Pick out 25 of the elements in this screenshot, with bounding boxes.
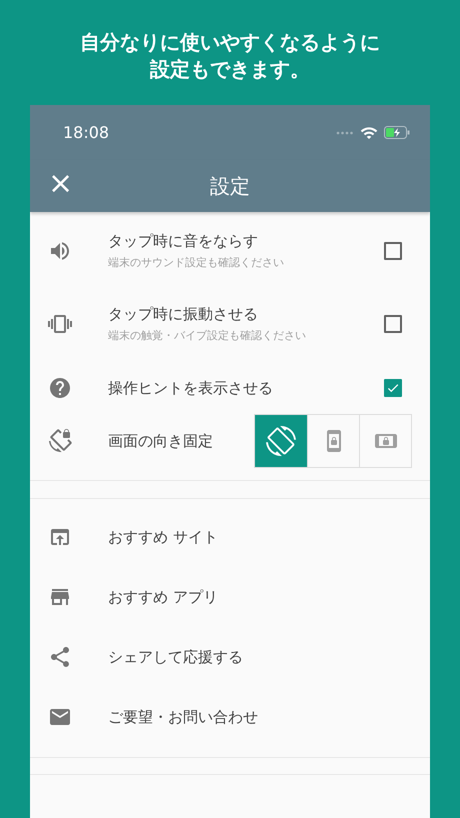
help-icon <box>48 376 72 400</box>
menu-item[interactable]: おすすめ サイト <box>108 528 218 546</box>
close-button[interactable]: × <box>30 169 86 203</box>
signal-icon <box>336 130 354 134</box>
share-icon <box>48 645 72 669</box>
menu-item[interactable]: シェアして応援する <box>108 648 243 666</box>
screen-title: 設定 <box>210 172 250 200</box>
rotate-button[interactable] <box>255 415 307 467</box>
setting-hint: 端末のサウンド設定も確認ください <box>108 255 285 270</box>
menu-item[interactable]: ご要望・お問い合わせ <box>108 708 258 726</box>
headline: 自分なりに使いやすくなるように <box>80 29 380 56</box>
setting-label: タップ時に音をならす <box>108 232 259 251</box>
status-time: 18:08 <box>63 123 110 142</box>
checkbox[interactable] <box>384 242 402 260</box>
headline: 設定もできます。 <box>150 56 310 83</box>
setting-label: 画面の向き固定 <box>108 432 214 450</box>
checkbox[interactable] <box>384 315 402 333</box>
checkbox[interactable] <box>384 379 402 397</box>
setting-label: 操作ヒントを表示させる <box>108 378 274 398</box>
setting-label: タップ時に振動させる <box>108 305 259 324</box>
menu-item[interactable]: おすすめ アプリ <box>108 588 218 606</box>
screen-rotation-lock-icon <box>48 429 72 453</box>
setting-hint: 端末の触覚・バイブ設定も確認ください <box>108 328 307 343</box>
phone-vibration-icon <box>48 312 72 336</box>
rotation-icon <box>266 426 296 456</box>
